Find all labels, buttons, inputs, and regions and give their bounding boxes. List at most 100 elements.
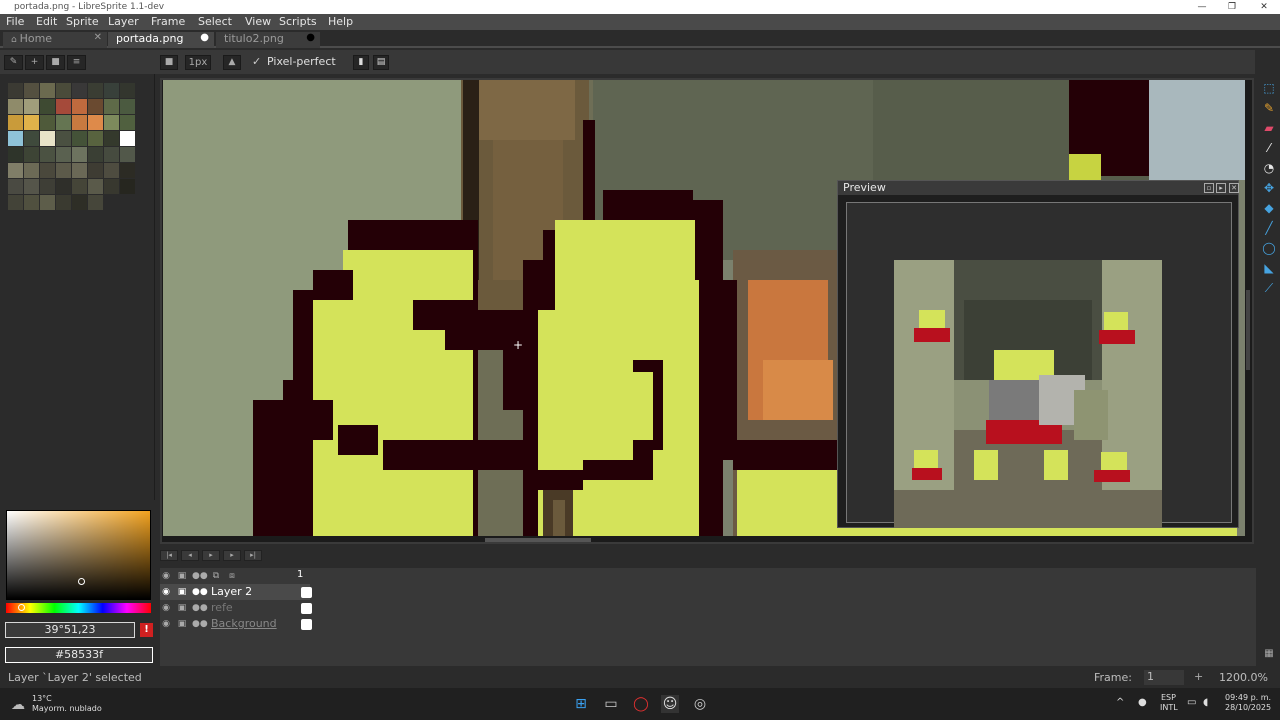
palette-swatch[interactable] xyxy=(56,163,71,178)
palette-swatch[interactable] xyxy=(104,99,119,114)
palette-swatch[interactable] xyxy=(24,179,39,194)
frame-field[interactable]: 1 xyxy=(1144,670,1184,685)
menu-file[interactable]: File xyxy=(6,15,24,28)
background-lock-icon[interactable]: ▣ xyxy=(176,618,188,630)
palette-swatch[interactable] xyxy=(8,163,23,178)
palette-swatch[interactable] xyxy=(88,83,103,98)
palette-swatch[interactable] xyxy=(120,179,135,194)
marquee-tool-icon[interactable]: ⬚ xyxy=(1261,80,1277,96)
menu-scripts[interactable]: Scripts xyxy=(279,15,317,28)
zoom-tool-icon[interactable]: ◔ xyxy=(1261,160,1277,176)
contour-tool-icon[interactable]: ◣ xyxy=(1261,260,1277,276)
palette-swatch[interactable] xyxy=(40,115,55,130)
tab-titulo2[interactable]: titulo2.png ● xyxy=(216,32,320,48)
keyboard-layout[interactable]: INTL xyxy=(1160,703,1178,712)
palette-swatch[interactable] xyxy=(104,179,119,194)
microphone-icon[interactable]: ● xyxy=(1138,697,1147,708)
canvas-hscroll[interactable] xyxy=(485,538,591,542)
palette-swatch[interactable] xyxy=(88,115,103,130)
palette-swatch[interactable] xyxy=(72,83,87,98)
palette-swatch[interactable] xyxy=(120,163,135,178)
close-window-button[interactable]: ✕ xyxy=(1250,0,1278,14)
pixel-perfect-checkbox[interactable]: ✓ xyxy=(252,55,261,68)
add-frame-icon[interactable]: + xyxy=(1194,670,1203,683)
ellipse-tool-icon[interactable]: ◯ xyxy=(1261,240,1277,256)
zoom-level[interactable]: 1200.0% xyxy=(1219,671,1268,684)
weather-temp[interactable]: 13°C xyxy=(32,694,52,703)
palette-swatch[interactable] xyxy=(8,99,23,114)
palette-swatch[interactable] xyxy=(8,115,23,130)
maximize-button[interactable]: ❐ xyxy=(1218,0,1246,14)
palette-swatch[interactable] xyxy=(72,163,87,178)
clock-time[interactable]: 09:49 p. m. xyxy=(1225,693,1271,702)
network-icon[interactable]: ▭ xyxy=(1187,697,1196,708)
tab-portada[interactable]: portada.png ● xyxy=(108,32,214,48)
brush-size-field[interactable]: 1px xyxy=(185,55,211,70)
refe-lock-icon[interactable]: ▣ xyxy=(176,602,188,614)
palette-swatch[interactable] xyxy=(56,99,71,114)
start-icon[interactable]: ⊞ xyxy=(572,695,590,713)
palette-swatch[interactable] xyxy=(8,83,23,98)
palette-swatch[interactable] xyxy=(88,131,103,146)
layer2-visibility-icon[interactable]: ◉ xyxy=(160,586,172,598)
palette-swatch[interactable] xyxy=(24,147,39,162)
color-picker-sv[interactable] xyxy=(6,510,151,600)
palette-edit-icon[interactable]: ✎ xyxy=(4,55,23,70)
eraser-tool-icon[interactable]: ▰ xyxy=(1261,120,1277,136)
link-header-icon[interactable]: ⧉ xyxy=(210,570,222,582)
eye-header-icon[interactable]: ◉ xyxy=(160,570,172,582)
palette-swatch[interactable] xyxy=(72,115,87,130)
palette-swatch[interactable] xyxy=(104,163,119,178)
palette-swatch[interactable] xyxy=(40,163,55,178)
menu-view[interactable]: View xyxy=(245,15,271,28)
play-icon[interactable]: ▸ xyxy=(202,550,220,561)
first-frame-icon[interactable]: |◂ xyxy=(160,550,178,561)
preview-play-icon[interactable]: ▸ xyxy=(1216,183,1226,193)
background-visibility-icon[interactable]: ◉ xyxy=(160,618,172,630)
eyedropper-tool-icon[interactable]: ⁄ xyxy=(1261,140,1277,156)
palette-swatch[interactable] xyxy=(40,131,55,146)
palette-swatch[interactable] xyxy=(88,163,103,178)
layer-row-background[interactable]: ◉ ▣ ●● Background xyxy=(160,616,310,632)
palette-menu-icon[interactable]: ≡ xyxy=(67,55,86,70)
palette-swatch[interactable] xyxy=(88,195,103,210)
palette-swatch[interactable] xyxy=(88,147,103,162)
opera-icon[interactable]: ◯ xyxy=(632,695,650,713)
weather-icon[interactable]: ☁ xyxy=(11,697,25,713)
palette-swatch[interactable] xyxy=(24,99,39,114)
refe-visibility-icon[interactable]: ◉ xyxy=(160,602,172,614)
palette-swatch[interactable] xyxy=(88,99,103,114)
pixel-perfect-options-icon[interactable]: ▮ xyxy=(353,55,369,70)
palette-swatch[interactable] xyxy=(24,115,39,130)
hue-slider-thumb[interactable] xyxy=(18,604,25,611)
menu-help[interactable]: Help xyxy=(328,15,353,28)
palette-swatch[interactable] xyxy=(8,147,23,162)
color-picker-cursor[interactable] xyxy=(78,578,85,585)
palette-swatch[interactable] xyxy=(120,83,135,98)
palette-swatch[interactable] xyxy=(8,179,23,194)
onion-header-icon[interactable]: ⧈ xyxy=(226,570,238,582)
menu-layer[interactable]: Layer xyxy=(108,15,139,28)
layer2-lock-icon[interactable]: ▣ xyxy=(176,586,188,598)
blur-tool-icon[interactable]: ⟋ xyxy=(1261,280,1277,296)
volume-icon[interactable]: ◖ xyxy=(1203,697,1208,708)
timeline-toggle-icon[interactable]: ▦ xyxy=(1261,646,1277,662)
palette-swatch[interactable] xyxy=(40,83,55,98)
hex-value-field[interactable]: #58533f xyxy=(5,647,153,663)
move-tool-icon[interactable]: ✥ xyxy=(1261,180,1277,196)
palette-swatch[interactable] xyxy=(8,195,23,210)
palette-swatch[interactable] xyxy=(120,99,135,114)
last-frame-icon[interactable]: ▸| xyxy=(244,550,262,561)
language[interactable]: ESP xyxy=(1161,693,1176,702)
lock-header-icon[interactable]: ▣ xyxy=(176,570,188,582)
palette-swatch[interactable] xyxy=(24,195,39,210)
palette-swatch[interactable] xyxy=(24,83,39,98)
palette-swatch[interactable] xyxy=(56,83,71,98)
palette-swatch[interactable] xyxy=(40,99,55,114)
palette-swatch[interactable] xyxy=(104,83,119,98)
palette-swatch[interactable] xyxy=(104,147,119,162)
palette-swatch[interactable] xyxy=(72,99,87,114)
preview-mode-icon[interactable]: ▫ xyxy=(1204,183,1214,193)
palette-swatch[interactable] xyxy=(120,147,135,162)
palette-swatch[interactable] xyxy=(56,179,71,194)
